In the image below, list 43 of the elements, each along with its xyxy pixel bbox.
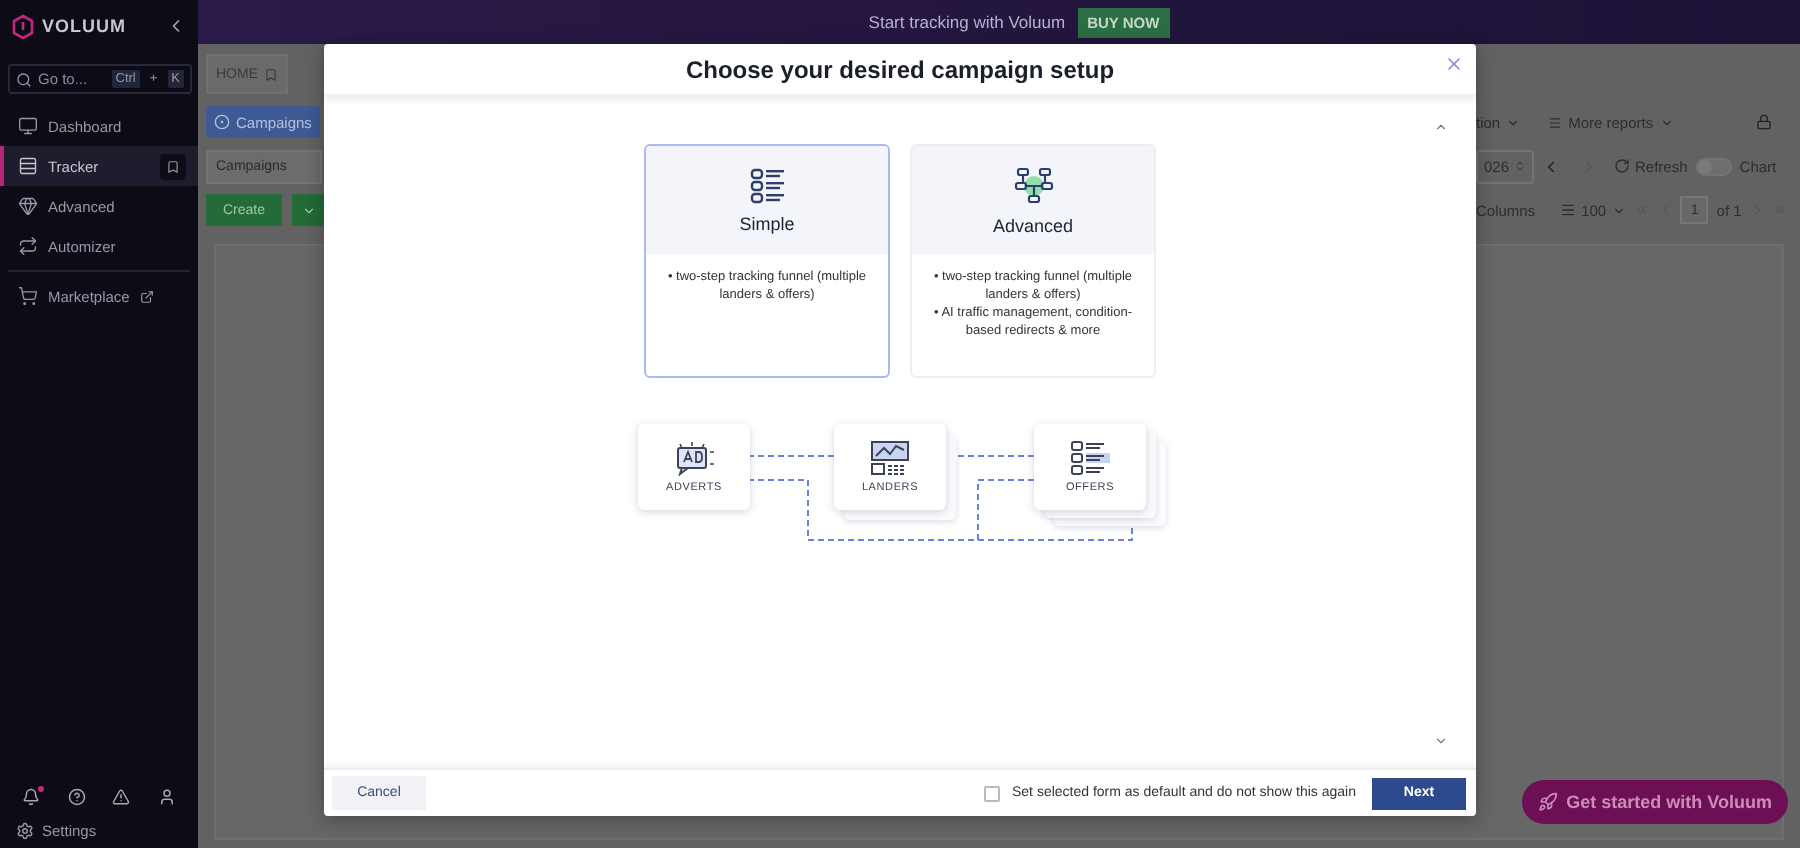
scroll-down-icon[interactable] [1434, 734, 1448, 748]
brand-name: VOLUUM [42, 16, 126, 36]
rocket-icon [1538, 792, 1559, 812]
gem-icon [18, 196, 38, 216]
connector-line [747, 455, 835, 457]
repeat-icon [18, 236, 38, 256]
default-checkbox[interactable] [984, 785, 1000, 801]
get-started-button[interactable]: Get started with Voluum [1522, 780, 1788, 824]
close-icon[interactable] [1444, 54, 1464, 74]
warning-icon[interactable] [112, 788, 131, 806]
list-icon [749, 167, 785, 203]
banner-text: Start tracking with Voluum [868, 12, 1066, 32]
target-icon [214, 114, 230, 130]
caret-icon [1612, 203, 1627, 217]
user-icon[interactable] [157, 788, 176, 806]
external-link-icon [139, 289, 154, 303]
option-title: Simple [739, 213, 795, 233]
list-icon [1559, 202, 1576, 218]
caret-icon [301, 203, 315, 217]
bookmark-icon [264, 67, 278, 81]
offer-list-icon [1070, 440, 1110, 476]
bookmark-icon [166, 159, 180, 173]
chart-toggle[interactable] [1695, 157, 1732, 175]
help-icon[interactable] [67, 788, 86, 806]
lock-icon [1756, 114, 1772, 130]
settings-icon [16, 822, 34, 840]
tracker-icon [18, 156, 38, 176]
cart-icon [18, 286, 38, 306]
refresh-icon [1613, 158, 1630, 174]
scroll-up-icon[interactable] [1434, 120, 1448, 134]
list-icon [1548, 115, 1563, 129]
ad-icon [672, 440, 716, 476]
caret-icon [1659, 115, 1674, 129]
bookmark-button[interactable] [160, 153, 186, 179]
logo-icon [12, 13, 34, 39]
flowchart-icon [1013, 165, 1053, 205]
create-menu-button[interactable] [292, 194, 324, 226]
monitor-icon [18, 116, 38, 136]
dialog-title: Choose your desired campaign setup [685, 55, 1115, 83]
option-title: Advanced [992, 215, 1074, 235]
chart-icon [870, 440, 910, 476]
search-icon [16, 71, 32, 87]
caret-icon [1506, 115, 1521, 129]
